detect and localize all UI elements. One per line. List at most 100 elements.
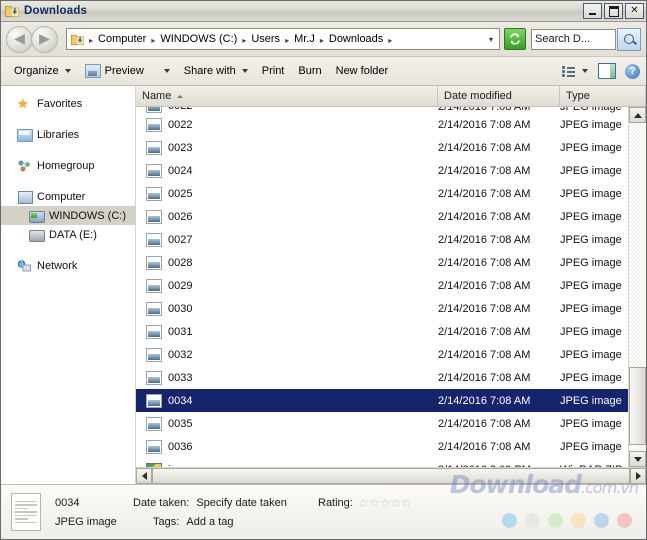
horizontal-scroll-track[interactable] [152, 468, 630, 484]
sidebar-item-label: DATA (E:) [49, 229, 97, 241]
cell-type: JPEG image [560, 326, 628, 338]
maximize-button[interactable] [604, 3, 623, 19]
table-row[interactable]: 0022 2/14/2016 7:08 AM JPEG image [136, 113, 628, 136]
sidebar-item-label: Network [37, 260, 77, 272]
cell-type: JPEG image [560, 234, 628, 246]
preview-icon [85, 64, 101, 78]
cell-date: 2/14/2016 7:08 AM [438, 349, 560, 361]
table-row[interactable]: 0030 2/14/2016 7:08 AM JPEG image [136, 297, 628, 320]
table-row-selected[interactable]: 0034 2/14/2016 7:08 AM JPEG image [136, 389, 628, 412]
cell-name: 0034 [136, 394, 438, 408]
help-icon[interactable]: ? [625, 64, 640, 79]
breadcrumb-separator: ▸ [317, 36, 327, 45]
organize-button[interactable]: Organize [7, 60, 78, 82]
address-bar: ◀ ▶ ▸ Computer ▸ WINDOWS (C:) ▸ Users ▸ … [1, 22, 646, 57]
breadcrumb-item-computer[interactable]: Computer [96, 33, 148, 45]
breadcrumb[interactable]: ▸ Computer ▸ WINDOWS (C:) ▸ Users ▸ Mr.J… [66, 28, 500, 50]
file-name: 0027 [168, 234, 192, 246]
jpeg-file-icon [146, 371, 162, 385]
table-row[interactable]: 0029 2/14/2016 7:08 AM JPEG image [136, 274, 628, 297]
breadcrumb-item-windows-c[interactable]: WINDOWS (C:) [158, 33, 239, 45]
horizontal-scrollbar[interactable] [136, 467, 646, 484]
vertical-scroll-thumb[interactable] [629, 367, 646, 445]
table-row[interactable]: 0024 2/14/2016 7:08 AM JPEG image [136, 159, 628, 182]
sidebar-item-label: Favorites [37, 98, 82, 110]
scroll-up-button[interactable] [629, 107, 646, 123]
table-row[interactable]: 0032 2/14/2016 7:08 AM JPEG image [136, 343, 628, 366]
preview-label: Preview [105, 65, 144, 77]
preview-dropdown-button[interactable] [151, 60, 177, 82]
table-row[interactable]: 0036 2/14/2016 7:08 AM JPEG image [136, 435, 628, 458]
scroll-right-button[interactable] [630, 468, 646, 484]
change-view-icon[interactable] [562, 65, 576, 77]
preview-pane-icon[interactable] [598, 63, 616, 79]
table-row[interactable]: 0033 2/14/2016 7:08 AM JPEG image [136, 366, 628, 389]
rating-stars[interactable]: ☆☆☆☆☆ [358, 497, 412, 509]
cell-name: 0030 [136, 302, 438, 316]
command-toolbar: Organize Preview Share with Print Burn N… [1, 57, 646, 86]
vertical-scrollbar[interactable] [628, 107, 646, 467]
breadcrumb-separator: ▸ [86, 36, 96, 45]
sidebar-item-network[interactable]: Network [1, 256, 135, 275]
cell-name: 0022 [136, 107, 438, 113]
sidebar-item-computer[interactable]: Computer [1, 187, 135, 206]
minimize-button[interactable] [583, 3, 602, 19]
table-row[interactable]: 0022 2/14/2016 7:08 AM JPEG image [136, 107, 628, 113]
file-name: 0024 [168, 165, 192, 177]
sidebar-item-favorites[interactable]: ★ Favorites [1, 94, 135, 113]
column-header-date-modified[interactable]: Date modified [438, 86, 560, 106]
column-header-name[interactable]: Name [136, 86, 438, 106]
search-input[interactable]: Search D... [531, 29, 616, 50]
table-row[interactable]: 0031 2/14/2016 7:08 AM JPEG image [136, 320, 628, 343]
jpeg-file-icon [146, 394, 162, 408]
star-icon: ★ [17, 97, 32, 111]
sidebar-item-libraries[interactable]: Libraries [1, 125, 135, 144]
date-taken-field[interactable]: Date taken: Specify date taken [133, 497, 318, 509]
burn-button[interactable]: Burn [291, 60, 328, 82]
sidebar-item-label: Homegroup [37, 160, 94, 172]
preview-button[interactable]: Preview [78, 60, 151, 82]
print-button[interactable]: Print [255, 60, 292, 82]
share-with-button[interactable]: Share with [177, 60, 255, 82]
table-row[interactable]: 0027 2/14/2016 7:08 AM JPEG image [136, 228, 628, 251]
table-row[interactable]: 0035 2/14/2016 7:08 AM JPEG image [136, 412, 628, 435]
color-dot-4 [571, 513, 586, 528]
breadcrumb-item-users[interactable]: Users [249, 33, 282, 45]
table-row[interactable]: 0028 2/14/2016 7:08 AM JPEG image [136, 251, 628, 274]
cell-type: JPEG image [560, 441, 628, 453]
sidebar-item-windows-c[interactable]: WINDOWS (C:) [1, 206, 135, 225]
close-button[interactable]: ✕ [625, 3, 644, 19]
jpeg-file-icon [146, 164, 162, 178]
breadcrumb-item-mrj[interactable]: Mr.J [292, 33, 317, 45]
forward-button[interactable]: ▶ [31, 26, 58, 53]
sidebar-item-homegroup[interactable]: Homegroup [1, 156, 135, 175]
sidebar-item-data-e[interactable]: DATA (E:) [1, 225, 135, 244]
file-name: 0033 [168, 372, 192, 384]
scroll-left-button[interactable] [136, 468, 152, 484]
jpeg-file-icon [146, 210, 162, 224]
table-row[interactable]: images 2/14/2016 2:09 PM WinRAR ZIP arch… [136, 458, 628, 467]
table-row[interactable]: 0026 2/14/2016 7:08 AM JPEG image [136, 205, 628, 228]
table-row[interactable]: 0023 2/14/2016 7:08 AM JPEG image [136, 136, 628, 159]
rating-field[interactable]: Rating: ☆☆☆☆☆ [318, 497, 412, 509]
scroll-down-button[interactable] [629, 451, 646, 467]
breadcrumb-item-downloads[interactable]: Downloads [327, 33, 385, 45]
cell-type: WinRAR ZIP archive [560, 464, 628, 468]
horizontal-scroll-thumb[interactable] [152, 468, 630, 484]
cell-type: JPEG image [560, 165, 628, 177]
view-chevron-down-icon[interactable] [582, 69, 588, 73]
table-row[interactable]: 0025 2/14/2016 7:08 AM JPEG image [136, 182, 628, 205]
column-header-type[interactable]: Type [560, 86, 646, 106]
tags-field[interactable]: Tags: Add a tag [133, 516, 318, 528]
refresh-button[interactable] [504, 28, 526, 50]
back-button[interactable]: ◀ [6, 26, 33, 53]
file-name: 0022 [168, 119, 192, 131]
search-icon[interactable] [617, 28, 641, 51]
cell-type: JPEG image [560, 418, 628, 430]
jpeg-file-icon [146, 107, 162, 113]
vertical-scroll-track[interactable] [629, 123, 646, 451]
window-controls: ✕ [583, 3, 644, 19]
cell-date: 2/14/2016 7:08 AM [438, 107, 560, 113]
address-dropdown-icon[interactable]: ▾ [489, 35, 495, 44]
new-folder-button[interactable]: New folder [329, 60, 396, 82]
